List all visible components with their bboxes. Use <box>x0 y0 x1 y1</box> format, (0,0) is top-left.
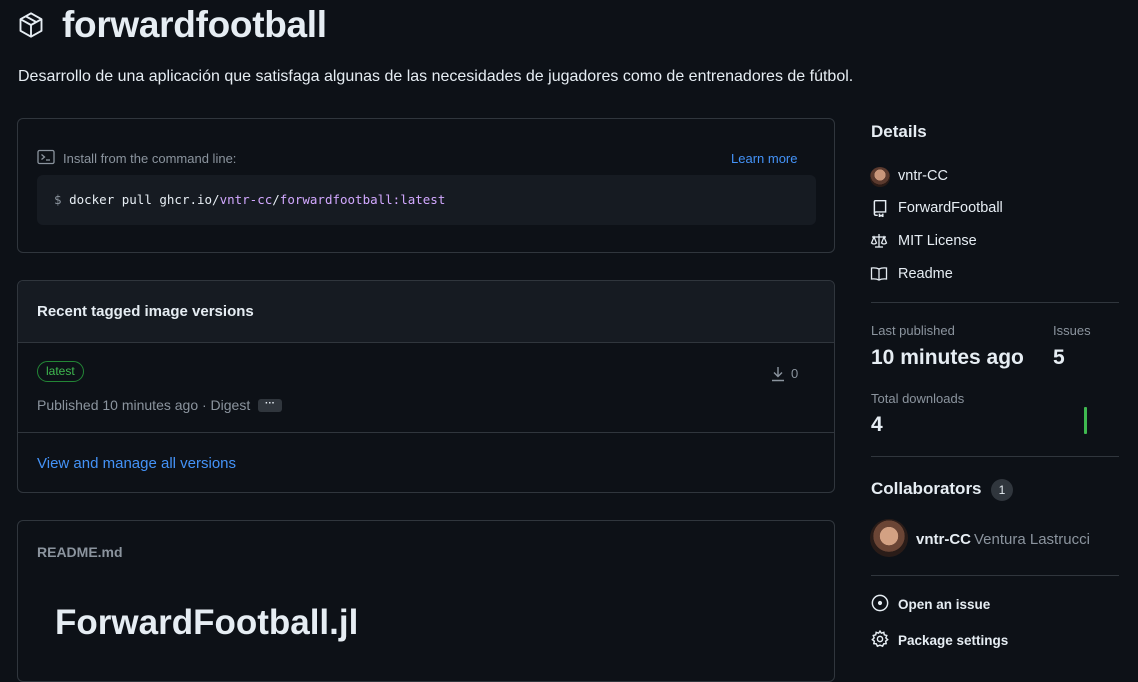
readme-filename: README.md <box>37 544 123 560</box>
command-text: docker pull ghcr.io/ <box>69 192 220 207</box>
versions-heading: Recent tagged image versions <box>37 303 254 320</box>
readme-link[interactable]: Readme <box>898 266 953 282</box>
collaborators-count-badge: 1 <box>991 479 1013 501</box>
install-label: Install from the command line: <box>63 151 237 166</box>
collaborators-heading: Collaborators <box>871 479 982 498</box>
command-box[interactable]: $ docker pull ghcr.io/vntr-cc/forwardfoo… <box>37 175 816 225</box>
open-issue-link[interactable]: Open an issue <box>898 597 990 612</box>
package-title: forwardfootball <box>62 4 327 45</box>
versions-divider <box>18 432 834 433</box>
command-slash: / <box>272 192 280 207</box>
install-box: Install from the command line: Learn mor… <box>17 118 835 253</box>
issues-label: Issues <box>1053 323 1091 338</box>
tag-badge-latest[interactable]: latest <box>37 361 84 382</box>
versions-box: Recent tagged image versions latest 0 Pu… <box>17 280 835 493</box>
repository-link[interactable]: ForwardFootball <box>898 200 1003 216</box>
package-icon <box>19 12 43 38</box>
details-heading: Details <box>871 122 927 141</box>
command-owner: vntr-cc <box>219 192 273 207</box>
law-icon <box>870 234 888 248</box>
sidebar-divider <box>871 575 1119 576</box>
sidebar-divider <box>871 456 1119 457</box>
collaborator-avatar[interactable] <box>870 519 908 557</box>
last-published-value: 10 minutes ago <box>871 346 1024 369</box>
issues-value[interactable]: 5 <box>1053 346 1065 370</box>
total-downloads-value: 4 <box>871 413 883 436</box>
sidebar-divider <box>871 302 1119 303</box>
owner-link[interactable]: vntr-CC <box>898 168 948 184</box>
owner-avatar <box>870 167 890 187</box>
command-image: forwardfootball:latest <box>279 192 446 207</box>
license-link[interactable]: MIT License <box>898 233 977 249</box>
repo-icon <box>873 199 887 217</box>
total-downloads-label: Total downloads <box>871 391 965 406</box>
collaborator-name: Ventura Lastrucci <box>974 531 1090 548</box>
downloads-sparkline <box>1084 407 1087 434</box>
last-published-label: Last published <box>871 323 955 338</box>
package-settings-link[interactable]: Package settings <box>898 633 1008 648</box>
gear-icon <box>871 630 889 648</box>
learn-more-link[interactable]: Learn more <box>731 151 797 166</box>
prompt-symbol: $ <box>54 192 70 207</box>
view-all-versions-link[interactable]: View and manage all versions <box>37 455 236 472</box>
download-icon <box>772 367 784 382</box>
digest-expand-button[interactable]: ··· <box>258 399 282 412</box>
readme-heading: ForwardFootball.jl <box>55 603 359 642</box>
book-icon <box>870 267 888 281</box>
versions-header: Recent tagged image versions <box>18 281 834 343</box>
readme-box: README.md ForwardFootball.jl <box>17 520 835 682</box>
terminal-icon <box>37 149 55 165</box>
package-description: Desarrollo de una aplicación que satisfa… <box>18 68 854 85</box>
collaborator-login[interactable]: vntr-CC <box>916 531 971 548</box>
issue-opened-icon <box>871 594 889 612</box>
version-download-count: 0 <box>791 366 799 381</box>
published-info: Published 10 minutes ago · Digest <box>37 397 251 413</box>
docker-command[interactable]: $ docker pull ghcr.io/vntr-cc/forwardfoo… <box>54 192 445 207</box>
